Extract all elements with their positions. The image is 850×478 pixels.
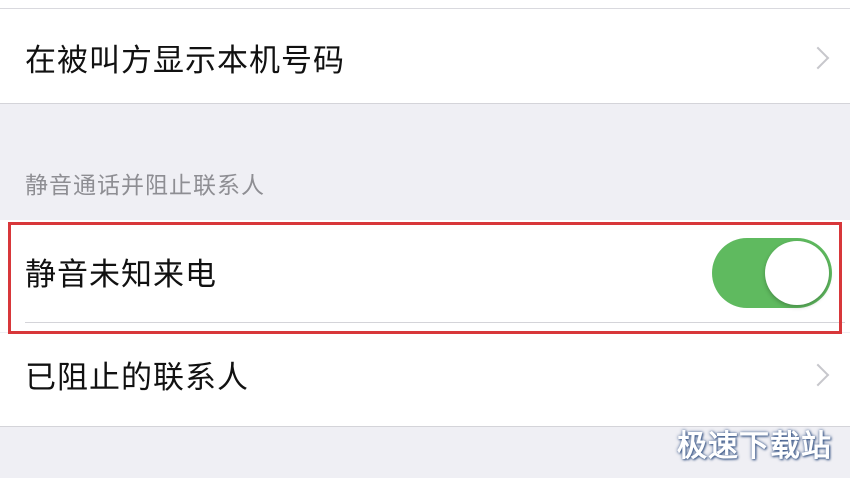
silence-section-header: 静音通话并阻止联系人 <box>25 173 265 199</box>
watermark-text: 极速下载站 <box>677 429 832 464</box>
show-caller-id-row[interactable]: 在被叫方显示本机号码 <box>0 9 850 104</box>
silence-unknown-callers-toggle[interactable] <box>712 238 832 308</box>
toggle-knob <box>765 241 829 305</box>
row-divider <box>25 322 845 323</box>
blocked-contacts-label: 已阻止的联系人 <box>25 360 249 396</box>
previous-row-edge <box>0 0 850 9</box>
chevron-right-icon <box>806 363 830 387</box>
show-caller-id-label: 在被叫方显示本机号码 <box>25 43 345 79</box>
silence-unknown-callers-label: 静音未知来电 <box>25 257 217 293</box>
phone-settings-screen: 在被叫方显示本机号码 静音通话并阻止联系人 静音未知来电 已阻止的联系人 极速下… <box>0 0 850 478</box>
blocked-contacts-row[interactable]: 已阻止的联系人 <box>0 333 850 427</box>
chevron-right-icon <box>806 46 830 70</box>
